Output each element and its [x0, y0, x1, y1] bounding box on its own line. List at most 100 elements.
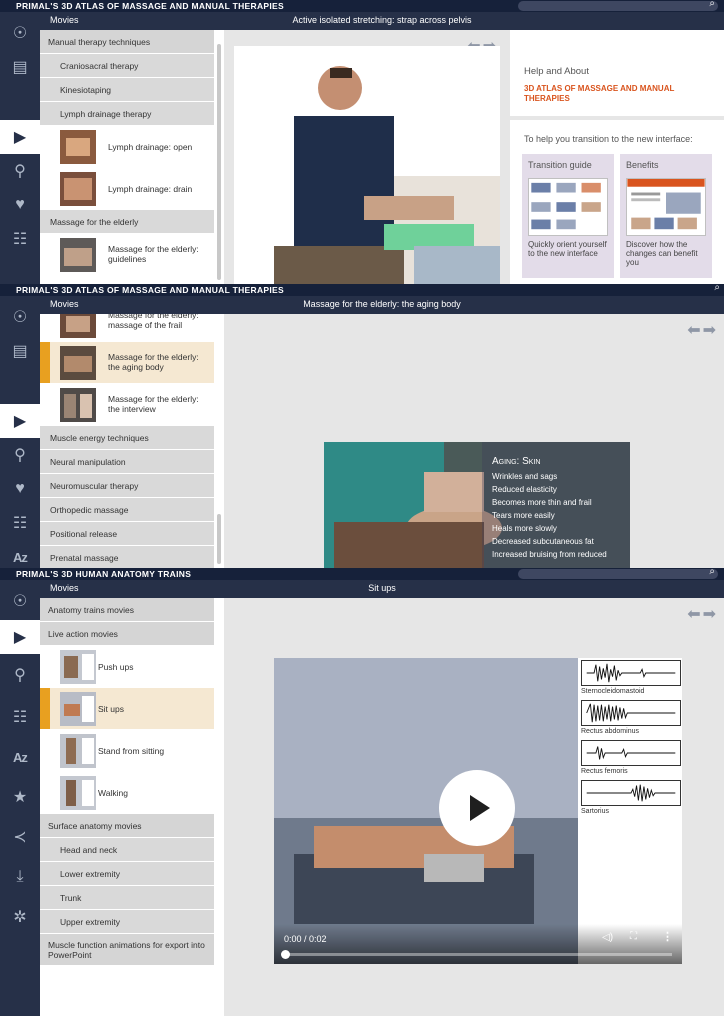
video-frame[interactable]: Aging: Skin Wrinkles and sags Reduced el…	[324, 442, 630, 568]
running-figure-icon[interactable]: ⚲	[0, 658, 40, 692]
list-subcategory[interactable]: Positional release	[40, 522, 214, 546]
video-progress-knob[interactable]	[281, 950, 290, 959]
heartbeat-icon[interactable]: ♥	[0, 188, 40, 222]
list-subcategory[interactable]: Lymph drainage therapy	[40, 102, 214, 126]
card-title: Transition guide	[528, 160, 592, 170]
video-progress-bar[interactable]	[281, 950, 672, 959]
search-icon[interactable]: ⌕	[709, 0, 715, 9]
download-icon[interactable]: ⤓	[0, 860, 40, 894]
video-thumbnail	[60, 776, 96, 810]
search-input[interactable]: ⌕	[518, 568, 718, 579]
help-header: Help and About 3D ATLAS OF MASSAGE AND M…	[510, 30, 724, 120]
star-icon[interactable]: ★	[0, 780, 40, 814]
hierarchy-icon[interactable]: ☷	[0, 222, 40, 256]
fullscreen-icon[interactable]: ⛶	[630, 931, 637, 942]
video-thumbnail	[60, 346, 96, 380]
video-item[interactable]: Massage for the elderly: the interview	[40, 384, 214, 426]
list-subcategory[interactable]: Prenatal massage	[40, 546, 214, 568]
list-scrollbar[interactable]	[217, 514, 221, 564]
video-item[interactable]: Stand from sitting	[40, 730, 214, 772]
overlay-item: Heals more slowly	[492, 524, 557, 533]
overlay-item: Wrinkles and sags	[492, 472, 558, 481]
video-item-selected[interactable]: Sit ups	[40, 688, 214, 730]
document-icon[interactable]: ▤	[0, 334, 40, 368]
list-item-label: Muscle energy techniques	[50, 432, 149, 443]
transition-guide-card[interactable]: Transition guide Quickly orient yourself…	[522, 154, 614, 278]
video-thumbnail	[60, 388, 96, 422]
list-item-label: Kinesiotaping	[60, 84, 112, 95]
overlay-item: Reduced elasticity	[492, 485, 557, 494]
anatomy-icon[interactable]: ☉	[0, 16, 40, 50]
a-z-icon[interactable]: Az	[0, 740, 40, 774]
gear-icon[interactable]: ✲	[0, 900, 40, 934]
heartbeat-icon[interactable]: ♥	[0, 472, 40, 506]
list-category[interactable]: Muscle function animations for export in…	[40, 934, 214, 966]
overlay-item: Increased bruising from reduced	[492, 550, 607, 559]
list-scrollbar[interactable]	[217, 44, 221, 280]
video-item[interactable]: Massage for the elderly: guidelines	[40, 234, 214, 276]
search-input[interactable]: ⌕	[518, 0, 718, 11]
list-item-label: Surface anatomy movies	[48, 820, 142, 831]
content-area: ⬅➡ Aging: Skin Wrinkles and sags Reduced…	[224, 314, 724, 568]
movies-icon[interactable]: ▶	[0, 120, 40, 154]
volume-icon[interactable]: ◁)	[602, 932, 613, 943]
list-subcategory[interactable]: Orthopedic massage	[40, 498, 214, 522]
search-icon[interactable]: ⌕	[714, 284, 720, 293]
list-item-label: Lower extremity	[60, 868, 120, 879]
list-subcategory[interactable]: Trunk	[40, 886, 214, 910]
video-item[interactable]: Massage for the elderly: massage of the …	[40, 314, 214, 342]
list-item-label: Trunk	[60, 892, 82, 903]
list-subcategory[interactable]: Upper extremity	[40, 910, 214, 934]
video-label: Walking	[98, 788, 128, 798]
running-figure-icon[interactable]: ⚲	[0, 154, 40, 188]
list-category[interactable]: Manual therapy techniques	[40, 30, 214, 54]
list-category[interactable]: Live action movies	[40, 622, 214, 646]
more-options-icon[interactable]: ⋮	[662, 930, 673, 943]
icon-rail: ☉ ▤ ▶ ⚲ ♥ ☷	[0, 12, 40, 284]
card-image	[528, 178, 608, 236]
video-item[interactable]: Push ups	[40, 646, 214, 688]
benefits-card[interactable]: Benefits Discover how the changes can be…	[620, 154, 712, 278]
hierarchy-icon[interactable]: ☷	[0, 506, 40, 540]
video-label: Massage for the elderly: the aging body	[108, 352, 199, 372]
play-button[interactable]	[439, 770, 515, 846]
list-subcategory[interactable]: Craniosacral therapy	[40, 54, 214, 78]
list-subcategory[interactable]: Head and neck	[40, 838, 214, 862]
list-category[interactable]: Anatomy trains movies	[40, 598, 214, 622]
content-title: Massage for the elderly: the aging body	[303, 299, 461, 309]
search-icon[interactable]: ⌕	[709, 568, 715, 577]
hierarchy-icon[interactable]: ☷	[0, 700, 40, 734]
video-controls: 0:00 / 0:02 ◁) ⛶ ⋮	[274, 924, 682, 964]
movies-icon[interactable]: ▶	[0, 404, 40, 438]
video-player[interactable]: Sternocleidomastoid Rectus abdominus Rec…	[274, 658, 682, 964]
back-forward-arrows-icon[interactable]: ⬅➡	[687, 320, 718, 340]
video-item-selected[interactable]: Massage for the elderly: the aging body	[40, 342, 214, 384]
share-icon[interactable]: ≺	[0, 820, 40, 854]
back-forward-arrows-icon[interactable]: ⬅➡	[687, 604, 718, 624]
running-figure-icon[interactable]: ⚲	[0, 438, 40, 472]
list-item-label: Neuromuscular therapy	[50, 480, 139, 491]
document-icon[interactable]: ▤	[0, 50, 40, 84]
video-label: Push ups	[98, 662, 134, 672]
list-subcategory[interactable]: Neuromuscular therapy	[40, 474, 214, 498]
list-subcategory[interactable]: Neural manipulation	[40, 450, 214, 474]
video-time: 0:00 / 0:02	[284, 934, 327, 944]
list-subcategory[interactable]: Lower extremity	[40, 862, 214, 886]
anatomy-icon[interactable]: ☉	[0, 300, 40, 334]
anatomy-icon[interactable]: ☉	[0, 584, 40, 618]
list-item-label: Neural manipulation	[50, 456, 126, 467]
app-bar: PRIMAL'S 3D ATLAS OF MASSAGE AND MANUAL …	[0, 0, 724, 12]
aging-skin-overlay: Aging: Skin Wrinkles and sags Reduced el…	[482, 442, 630, 568]
movies-icon[interactable]: ▶	[0, 620, 40, 654]
a-z-icon[interactable]: Az	[0, 540, 40, 568]
video-label: Massage for the elderly: massage of the …	[108, 314, 199, 330]
video-frame[interactable]	[234, 46, 500, 284]
video-item[interactable]: Lymph drainage: drain	[40, 168, 214, 210]
video-item[interactable]: Walking	[40, 772, 214, 814]
emg-label: Sternocleidomastoid	[581, 688, 645, 695]
list-category[interactable]: Surface anatomy movies	[40, 814, 214, 838]
video-item[interactable]: Lymph drainage: open	[40, 126, 214, 168]
list-subcategory[interactable]: Massage for the elderly	[40, 210, 214, 234]
list-subcategory[interactable]: Kinesiotaping	[40, 78, 214, 102]
list-subcategory[interactable]: Muscle energy techniques	[40, 426, 214, 450]
